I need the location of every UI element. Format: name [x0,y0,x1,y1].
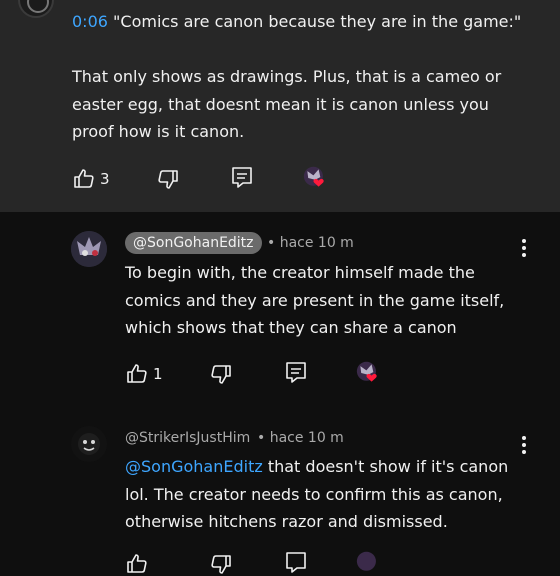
like-count: 1 [153,365,163,383]
reply-time: • hace 10 m [267,235,354,251]
reply-avatar-songohaneditz[interactable] [71,231,107,267]
quoted-text: "Comics are canon because they are in th… [113,12,522,31]
like-count: 3 [100,170,110,188]
reply-icon[interactable] [285,551,307,575]
like-icon[interactable] [125,362,149,386]
dislike-icon[interactable] [209,362,233,386]
like-icon[interactable] [125,552,149,576]
dislike-icon[interactable] [209,552,233,576]
reply-icon[interactable] [231,166,253,190]
reply-text-container: @SonGohanEditz that doesn't show if it's… [125,453,530,536]
top-comment-quote-line: 0:06 "Comics are canon because they are … [72,8,542,36]
more-vert-icon[interactable] [521,239,527,261]
reply-avatar-strikerisjusthim[interactable] [71,426,107,462]
dislike-icon[interactable] [156,167,180,191]
top-comment-header-truncated [70,0,370,4]
reply-text: To begin with, the creator himself made … [125,263,505,337]
creator-heart-icon [356,551,376,571]
reply-handle-chip[interactable]: @SonGohanEditz [125,232,262,254]
timestamp-link[interactable]: 0:06 [72,12,108,31]
like-icon[interactable] [72,167,96,191]
reply-icon[interactable] [285,361,307,385]
mention-link[interactable]: @SonGohanEditz [125,457,263,476]
creator-heart-icon [303,166,324,187]
reply-handle[interactable]: @StrikerIsJustHim [125,430,250,446]
top-comment-text: That only shows as drawings. Plus, that … [72,67,502,141]
creator-heart-icon [356,361,377,382]
reply-time: • hace 10 m [257,430,344,446]
